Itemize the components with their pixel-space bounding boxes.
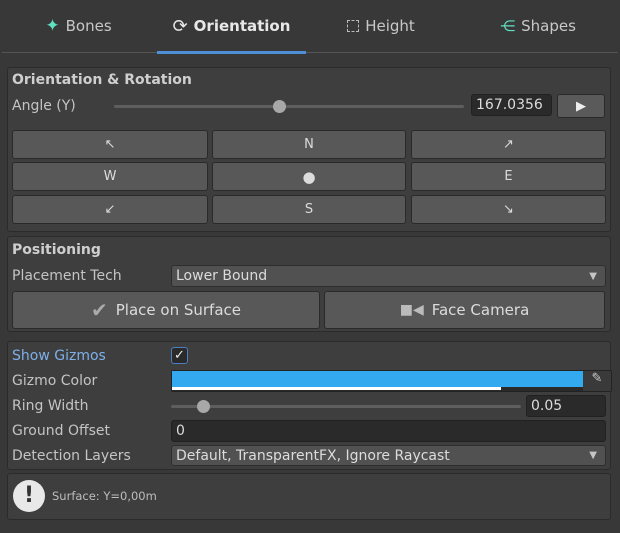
ring-width-slider[interactable] (171, 405, 521, 408)
show-gizmos-label: Show Gizmos (12, 348, 106, 364)
gizmos-panel: Show Gizmos ✓ Gizmo Color ✎ Ring Width 0… (7, 341, 612, 470)
layers-value: Default, TransparentFX, Ignore Raycast (176, 447, 450, 464)
direction-label: ● (302, 167, 316, 186)
detection-layers-dropdown[interactable]: Default, TransparentFX, Ignore Raycast ▼ (171, 445, 606, 466)
humanoid-icon: ✦ (45, 16, 60, 36)
ring-width-slider-thumb[interactable] (196, 400, 210, 413)
play-button[interactable]: ▶ (557, 94, 605, 118)
dashed-box-icon (347, 20, 360, 32)
ground-offset-input[interactable]: 0 (171, 420, 606, 442)
direction-button-w[interactable]: W (12, 162, 208, 191)
direction-button-sw[interactable]: ↙ (12, 195, 208, 224)
direction-button-se[interactable]: ↘ (411, 195, 606, 224)
checkmark-icon: ✔ (90, 298, 108, 322)
chevron-down-icon: ▼ (589, 270, 597, 282)
angle-slider-thumb[interactable] (272, 100, 286, 113)
direction-label: ↖ (104, 137, 116, 152)
angle-slider[interactable] (114, 105, 464, 108)
direction-button-center[interactable]: ● (212, 162, 406, 191)
angle-input[interactable]: 167.0356 (471, 94, 552, 116)
direction-button-s[interactable]: S (212, 195, 406, 224)
tab-shapes[interactable]: ⋲ Shapes (456, 0, 620, 52)
section-title: Positioning (12, 242, 101, 258)
face-camera-button[interactable]: ■◀ Face Camera (324, 291, 605, 329)
angle-label: Angle (Y) (12, 98, 76, 114)
ring-width-input[interactable]: 0.05 (526, 395, 606, 417)
show-gizmos-checkbox[interactable]: ✓ (171, 347, 188, 364)
info-box: ! Surface: Y=0,00m (7, 473, 611, 520)
placement-value: Lower Bound (176, 268, 268, 284)
play-icon: ▶ (576, 98, 586, 114)
positioning-panel: Positioning Placement Tech Lower Bound ▼ … (7, 236, 611, 332)
active-tab-indicator (157, 51, 306, 54)
tab-divider (2, 52, 618, 53)
direction-label: N (304, 137, 314, 152)
gizmo-color-label: Gizmo Color (12, 373, 98, 389)
chevron-down-icon: ▼ (589, 450, 597, 461)
blendshape-icon: ⋲ (500, 17, 516, 35)
warning-icon: ! (13, 480, 45, 512)
direction-label: ↙ (104, 202, 116, 217)
place-on-surface-button[interactable]: ✔ Place on Surface (12, 291, 320, 329)
direction-label: ↗ (503, 137, 514, 152)
ground-offset-label: Ground Offset (12, 423, 111, 439)
ring-width-label: Ring Width (12, 398, 89, 414)
placement-dropdown[interactable]: Lower Bound ▼ (171, 265, 606, 287)
tab-bones[interactable]: ✦ Bones (0, 0, 157, 52)
direction-label: E (504, 169, 513, 184)
direction-button-ne[interactable]: ↗ (411, 130, 606, 159)
gizmo-color-field[interactable]: ✎ (171, 370, 612, 392)
direction-label: W (103, 169, 117, 184)
orientation-panel: Orientation & Rotation Angle (Y) 167.035… (7, 67, 611, 232)
info-text: Surface: Y=0,00m (52, 489, 157, 503)
eyedropper-icon[interactable]: ✎ (583, 371, 611, 391)
direction-button-n[interactable]: N (212, 130, 406, 159)
tab-height[interactable]: Height (306, 0, 456, 52)
direction-label: S (304, 202, 314, 217)
placement-label: Placement Tech (12, 268, 122, 284)
camera-icon: ■◀ (399, 302, 424, 318)
rotate-icon: ⟳ (172, 15, 188, 37)
direction-label: ↘ (503, 202, 514, 217)
color-swatch (172, 371, 583, 387)
section-title: Orientation & Rotation (12, 72, 192, 88)
direction-button-nw[interactable]: ↖ (12, 130, 208, 159)
direction-button-e[interactable]: E (411, 162, 606, 191)
detection-layers-label: Detection Layers (12, 448, 131, 464)
alpha-bar (172, 387, 501, 390)
tab-orientation[interactable]: ⟳ Orientation (157, 0, 306, 52)
